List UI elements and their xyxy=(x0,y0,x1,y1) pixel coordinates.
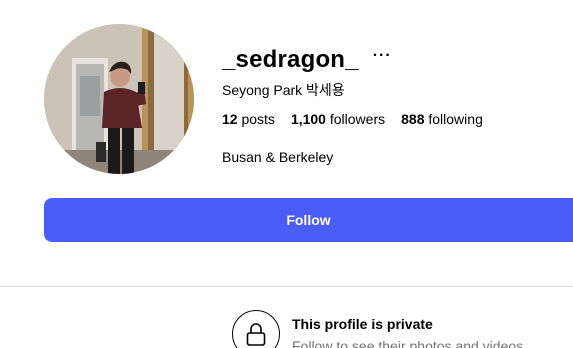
followers-stat[interactable]: 1,100 followers xyxy=(291,111,385,127)
bio: Busan & Berkeley xyxy=(222,149,334,165)
followers-label: followers xyxy=(329,111,386,127)
following-count: 888 xyxy=(401,111,425,127)
follow-button-label: Follow xyxy=(286,212,331,228)
username: _sedragon_ xyxy=(222,46,359,73)
profile-page: _sedragon_ ··· Seyong Park 박세용 12 posts … xyxy=(0,0,573,348)
full-name: Seyong Park 박세용 xyxy=(222,82,345,98)
private-title: This profile is private xyxy=(292,316,433,332)
following-stat[interactable]: 888 following xyxy=(401,111,483,127)
profile-stats: 12 posts 1,100 followers 888 following xyxy=(222,111,483,127)
lock-icon xyxy=(232,310,280,348)
posts-count: 12 xyxy=(222,111,238,127)
avatar[interactable] xyxy=(44,24,194,174)
followers-count: 1,100 xyxy=(290,111,326,127)
following-label: following xyxy=(428,111,483,127)
divider xyxy=(0,286,573,287)
avatar-photo xyxy=(44,24,194,174)
username-row: _sedragon_ ··· xyxy=(222,42,392,78)
posts-stat: 12 posts xyxy=(222,111,275,127)
follow-button[interactable]: Follow xyxy=(44,198,573,242)
private-subtitle: Follow to see their photos and videos. xyxy=(292,338,528,348)
posts-label: posts xyxy=(241,111,275,127)
more-options-icon[interactable]: ··· xyxy=(373,48,392,64)
